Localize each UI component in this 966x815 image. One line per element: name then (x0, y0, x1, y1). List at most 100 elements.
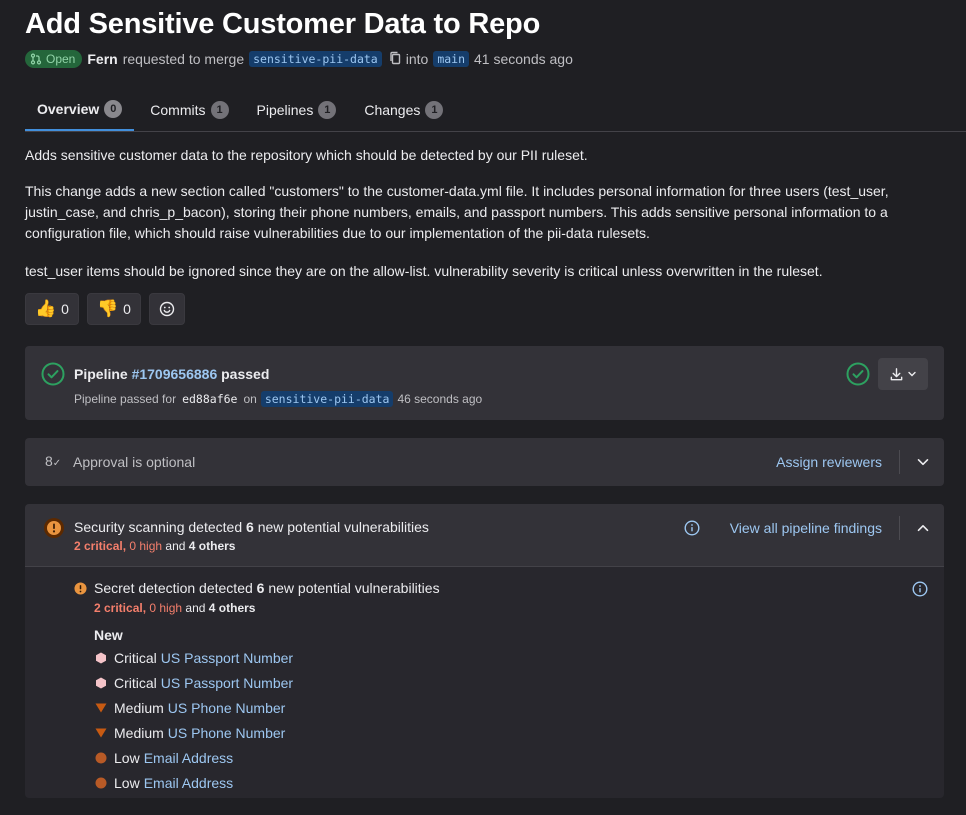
others-count: 4 others (208, 601, 256, 615)
download-artifacts-button[interactable] (878, 358, 928, 390)
and-text: and (185, 601, 206, 615)
security-summary: 2 critical, 0 high and 4 others (74, 539, 235, 553)
severity-hexagon-icon (94, 651, 108, 665)
vulnerability-link[interactable]: Email Address (144, 750, 233, 766)
thumbs-up-count: 0 (61, 301, 69, 317)
secret-title-suffix: new potential vulnerabilities (268, 580, 440, 596)
commit-sha[interactable]: ed88af6e (182, 392, 237, 406)
severity-label: Medium (114, 725, 164, 741)
add-reaction-button[interactable] (148, 293, 185, 325)
thumbs-down-icon: 👎 (96, 299, 119, 318)
tab-label: Changes (364, 101, 421, 118)
info-icon[interactable] (912, 581, 928, 597)
tab-commits[interactable]: Commits 1 (138, 88, 240, 131)
approval-widget: 8✓ Approval is optional Assign reviewers (25, 438, 944, 486)
high-count: 0 high (129, 539, 163, 553)
tab-count: 0 (104, 99, 123, 118)
reactions: 👍 0 👎 0 (25, 293, 193, 325)
stage-success-icon[interactable] (846, 362, 870, 386)
severity-label: Medium (114, 700, 164, 716)
divider (899, 450, 900, 474)
chevron-down-icon[interactable] (916, 455, 930, 469)
on-text: on (243, 392, 257, 406)
status-label: Open (46, 52, 76, 66)
page-title: Add Sensitive Customer Data to Repo (25, 8, 541, 40)
copy-icon[interactable] (389, 51, 402, 68)
secret-title-prefix: Secret detection detected (94, 580, 253, 596)
severity-label: Critical (114, 675, 157, 691)
tab-label: Pipelines (256, 101, 314, 118)
tab-changes[interactable]: Changes 1 (352, 88, 455, 131)
description-p2: This change adds a new section called "c… (25, 183, 889, 241)
vulnerability-item: Medium US Phone Number (94, 700, 285, 716)
secret-title: Secret detection detected 6 new potentia… (94, 580, 440, 596)
severity-circle-icon (94, 751, 108, 765)
chevron-up-icon[interactable] (916, 521, 930, 535)
tab-label: Commits (150, 101, 206, 118)
view-findings-link[interactable]: View all pipeline findings (730, 520, 882, 536)
vulnerability-item: Medium US Phone Number (94, 725, 285, 741)
severity-triangle-down-icon (94, 701, 108, 715)
vulnerability-item: Low Email Address (94, 750, 233, 766)
pipeline-widget: Pipeline #1709656886 passed Pipeline pas… (25, 346, 944, 420)
merge-request-page: Add Sensitive Customer Data to Repo Open… (0, 0, 966, 815)
description-p3: test_user items should be ignored since … (25, 263, 823, 279)
security-title-prefix: Security scanning detected (74, 519, 243, 535)
pipeline-branch[interactable]: sensitive-pii-data (260, 391, 394, 407)
severity-label: Low (114, 775, 140, 791)
info-icon[interactable] (684, 520, 700, 536)
vulnerability-link[interactable]: US Passport Number (161, 650, 293, 666)
mr-tabs: Overview 0 Commits 1 Pipelines 1 Changes 1 (25, 88, 966, 132)
tab-label: Overview (37, 100, 100, 117)
download-icon (890, 367, 903, 380)
vulnerability-item: Critical US Passport Number (94, 675, 293, 691)
thumbs-down-button[interactable]: 👎 0 (86, 293, 141, 325)
vulnerability-item: Low Email Address (94, 775, 233, 791)
pipeline-subtitle: Pipeline passed for ed88af6e on sensitiv… (74, 391, 482, 407)
secret-summary: 2 critical, 0 high and 4 others (94, 601, 255, 615)
vulnerability-link[interactable]: Email Address (144, 775, 233, 791)
tab-count: 1 (425, 100, 444, 119)
author-name[interactable]: Fern (87, 51, 117, 67)
merge-request-icon (30, 53, 42, 65)
mr-time: 41 seconds ago (474, 51, 573, 67)
security-title: Security scanning detected 6 new potenti… (74, 519, 429, 535)
severity-label: Critical (114, 650, 157, 666)
security-widget: Security scanning detected 6 new potenti… (25, 504, 944, 798)
description-p1: Adds sensitive customer data to the repo… (25, 147, 588, 163)
new-findings-label: New (94, 627, 123, 643)
requested-text: requested to merge (122, 51, 245, 67)
pipeline-sub-prefix: Pipeline passed for (74, 392, 177, 406)
target-branch[interactable]: main (433, 51, 470, 67)
assign-reviewers-link[interactable]: Assign reviewers (776, 454, 882, 470)
critical-count: 2 critical, (94, 601, 147, 615)
divider (899, 516, 900, 540)
vulnerability-link[interactable]: US Phone Number (168, 725, 286, 741)
tab-overview[interactable]: Overview 0 (25, 88, 135, 131)
vulnerability-link[interactable]: US Passport Number (161, 675, 293, 691)
tab-pipelines[interactable]: Pipelines 1 (245, 88, 349, 131)
security-count: 6 (246, 519, 254, 535)
warning-icon (44, 518, 64, 538)
pipeline-time: 46 seconds ago (397, 392, 483, 406)
and-text: and (165, 539, 186, 553)
severity-hexagon-icon (94, 676, 108, 690)
vulnerability-item: Critical US Passport Number (94, 650, 293, 666)
smiley-icon (159, 301, 175, 317)
approval-icon: 8✓ (45, 453, 62, 469)
source-branch[interactable]: sensitive-pii-data (249, 51, 382, 67)
others-count: 4 others (188, 539, 236, 553)
chevron-down-icon (908, 371, 916, 377)
secret-count: 6 (256, 580, 265, 596)
pipeline-id-link[interactable]: #1709656886 (132, 366, 218, 382)
thumbs-up-button[interactable]: 👍 0 (25, 293, 79, 325)
pipeline-status: passed (221, 366, 270, 382)
security-header: Security scanning detected 6 new potenti… (25, 504, 944, 567)
severity-circle-icon (94, 776, 108, 790)
thumbs-down-count: 0 (123, 301, 131, 317)
high-count: 0 high (149, 601, 183, 615)
severity-triangle-down-icon (94, 726, 108, 740)
vulnerability-link[interactable]: US Phone Number (168, 700, 286, 716)
status-success-icon[interactable] (41, 362, 65, 386)
tab-count: 1 (210, 100, 229, 119)
